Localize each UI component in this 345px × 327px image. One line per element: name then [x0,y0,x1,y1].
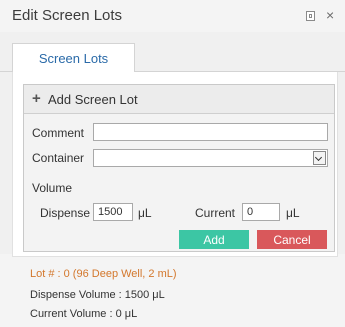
comment-input[interactable] [93,123,328,141]
current-label: Current [195,206,236,220]
close-icon[interactable]: × [326,7,334,23]
add-screen-lot-section: + Add Screen Lot Comment Container Volum… [23,84,335,252]
cancel-button[interactable]: Cancel [257,230,327,249]
section-title: Add Screen Lot [48,92,138,107]
volume-label: Volume [32,181,73,195]
current-volume-input[interactable] [242,203,280,221]
dispense-volume-input[interactable] [93,203,133,221]
current-unit: μL [286,206,300,220]
section-header[interactable]: + Add Screen Lot [24,85,334,114]
lot-summary: Lot # : 0 (96 Deep Well, 2 mL) Dispense … [0,258,345,327]
container-select[interactable] [93,149,328,167]
tab-screen-lots[interactable]: Screen Lots [12,43,135,73]
comment-label: Comment [32,126,85,140]
pin-icon[interactable] [306,11,315,21]
title-bar: Edit Screen Lots × [0,0,345,32]
plus-icon: + [32,90,41,107]
dispense-volume-text: Dispense Volume : 1500 μL [30,289,165,301]
tab-label: Screen Lots [38,51,109,66]
dispense-unit: μL [138,206,152,220]
current-volume-text: Current Volume : 0 μL [30,308,138,320]
dispense-label: Dispense [40,206,91,220]
chevron-down-icon[interactable] [313,151,326,165]
window-title: Edit Screen Lots [12,7,123,24]
add-button[interactable]: Add [179,230,249,249]
lot-title: Lot # : 0 (96 Deep Well, 2 mL) [30,268,177,280]
container-label: Container [32,151,85,165]
